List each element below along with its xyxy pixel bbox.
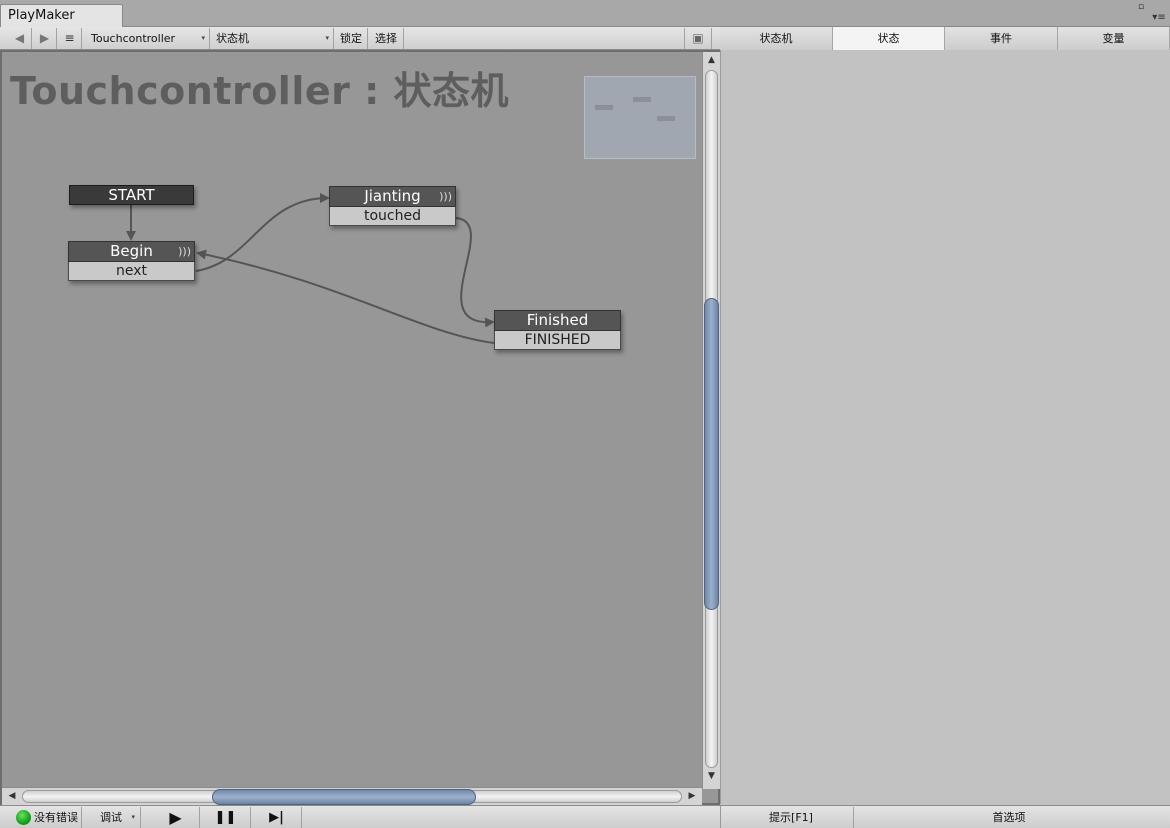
scroll-up-icon[interactable]: ▲	[703, 52, 720, 68]
playmaker-window-tab[interactable]: PlayMaker	[0, 4, 123, 28]
menu-icon[interactable]: ≡	[58, 28, 82, 49]
horizontal-scrollbar[interactable]: ◀ ▶	[2, 787, 702, 805]
state-name: Finished	[526, 311, 589, 329]
state-begin-title: Begin )))	[68, 241, 195, 262]
chevron-down-icon: ▾	[325, 34, 329, 42]
fsm-select[interactable]: 状态机 ▾	[210, 28, 334, 49]
link-touched-finished	[455, 217, 495, 328]
window-menu-icon[interactable]: ▾≡	[1152, 12, 1166, 24]
playmaker-window: PlayMaker ▫ ▾≡ ◀ ▶ ≡ Touchcontroller ▾ 状…	[0, 0, 1170, 828]
state-jianting-title: Jianting )))	[329, 186, 456, 207]
lock-button[interactable]: 锁定	[335, 28, 368, 49]
transition-finished[interactable]: FINISHED	[494, 331, 621, 350]
error-status[interactable]: 没有错误	[4, 807, 82, 828]
preferences-button[interactable]: 首选项	[854, 807, 1164, 828]
play-icon[interactable]: ▶	[152, 807, 200, 828]
back-icon[interactable]: ◀	[8, 28, 32, 49]
gameobject-select[interactable]: Touchcontroller ▾	[85, 28, 210, 49]
state-name: Jianting	[364, 187, 421, 205]
gameobject-select-value: Touchcontroller	[91, 32, 176, 45]
scroll-left-icon[interactable]: ◀	[4, 788, 20, 805]
step-icon[interactable]: ▶|	[252, 807, 302, 828]
fsm-graph-canvas[interactable]: Touchcontroller : 状态机 START Begin ))) ne…	[0, 50, 720, 805]
status-text: 没有错误	[34, 811, 78, 824]
select-button[interactable]: 选择	[369, 28, 404, 49]
link-finished-begin	[196, 249, 495, 344]
scroll-right-icon[interactable]: ▶	[684, 788, 700, 805]
link-next-jianting	[195, 193, 330, 272]
transition-touched[interactable]: touched	[329, 207, 456, 226]
inspector-panel	[720, 50, 1170, 804]
inspector-bottom-bar: 提示[F1] 首选项	[720, 805, 1170, 828]
tab-fsm[interactable]: 状态机	[720, 27, 833, 50]
forward-icon[interactable]: ▶	[33, 28, 57, 49]
tab-state[interactable]: 状态	[833, 27, 945, 50]
graph-bottom-bar: 没有错误 调试 ▾ ▶ ❚❚ ▶|	[0, 805, 720, 828]
start-marker[interactable]: START	[69, 185, 194, 205]
vertical-scroll-thumb[interactable]	[704, 298, 719, 610]
debug-select-value: 调试	[100, 811, 122, 824]
transition-links	[126, 193, 495, 344]
state-name: Begin	[110, 242, 153, 260]
pause-icon[interactable]: ❚❚	[201, 807, 251, 828]
hints-button[interactable]: 提示[F1]	[729, 807, 854, 828]
state-begin[interactable]: Begin ))) next	[68, 241, 195, 281]
horizontal-scroll-thumb[interactable]	[212, 789, 476, 805]
state-action-icon: )))	[439, 190, 452, 203]
inspector-tabs: 状态机 状态 事件 变量	[720, 27, 1170, 50]
graph-toolbar: ◀ ▶ ≡ Touchcontroller ▾ 状态机 ▾ 锁定 选择 ▣	[0, 27, 720, 50]
maximize-icon[interactable]: ▫	[1136, 2, 1146, 12]
chevron-down-icon: ▾	[131, 813, 135, 821]
status-ok-icon	[16, 810, 31, 825]
fsm-select-value: 状态机	[216, 32, 249, 45]
scroll-down-icon[interactable]: ▼	[703, 768, 720, 784]
window-tab-strip: PlayMaker ▫ ▾≡	[0, 0, 1170, 28]
debug-select[interactable]: 调试 ▾	[91, 807, 141, 828]
state-finished[interactable]: Finished FINISHED	[494, 310, 621, 350]
tab-events[interactable]: 事件	[945, 27, 1058, 50]
state-finished-title: Finished	[494, 310, 621, 331]
state-jianting[interactable]: Jianting ))) touched	[329, 186, 456, 226]
state-action-icon: )))	[178, 245, 191, 258]
transition-next[interactable]: next	[68, 262, 195, 281]
tab-variables[interactable]: 变量	[1058, 27, 1170, 50]
vertical-scrollbar[interactable]: ▲ ▼	[702, 52, 720, 789]
graph-view-icon[interactable]: ▣	[684, 28, 712, 49]
chevron-down-icon: ▾	[201, 34, 205, 42]
